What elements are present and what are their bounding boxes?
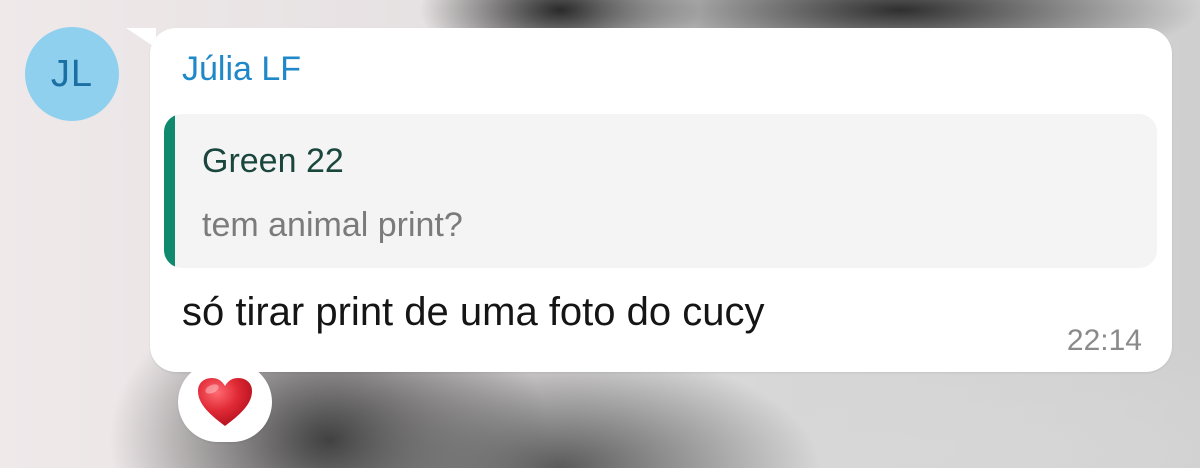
- sender-name[interactable]: Júlia LF: [182, 50, 301, 89]
- sender-avatar[interactable]: JL: [25, 27, 119, 121]
- reply-text: tem animal print?: [202, 206, 463, 244]
- avatar-initials: JL: [50, 52, 94, 95]
- reply-author: Green 22: [202, 142, 344, 180]
- message-text: só tirar print de uma foto do cucy: [182, 290, 765, 334]
- quoted-reply[interactable]: Green 22 tem animal print?: [164, 114, 1157, 268]
- message-bubble[interactable]: Júlia LF Green 22 tem animal print? só t…: [150, 28, 1172, 372]
- message-timestamp: 22:14: [1066, 324, 1142, 357]
- reaction-chip[interactable]: [178, 362, 272, 442]
- reply-accent-bar: [164, 114, 175, 268]
- red-heart-icon: [196, 376, 254, 428]
